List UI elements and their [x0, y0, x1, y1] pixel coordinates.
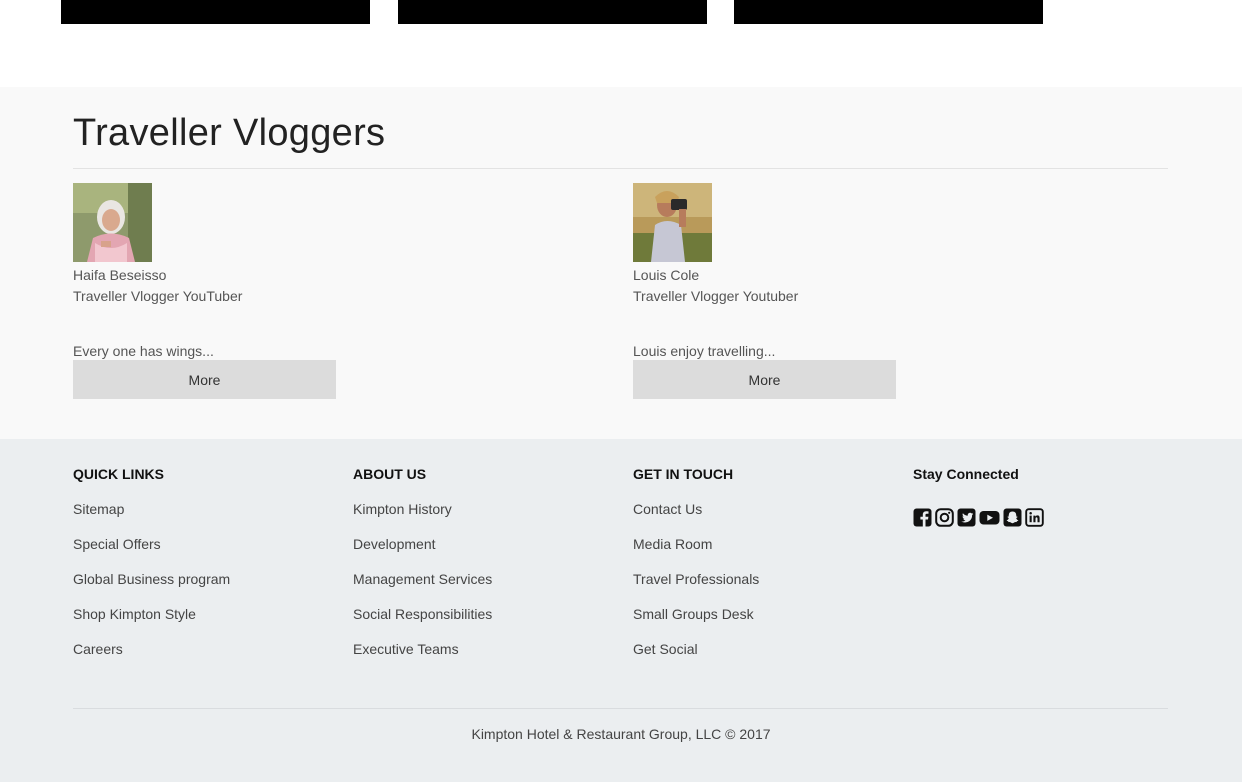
footer-link-global-business[interactable]: Global Business program [73, 571, 230, 587]
footer-link-contact[interactable]: Contact Us [633, 501, 702, 517]
youtube-icon[interactable] [979, 508, 1000, 527]
footer-link-management[interactable]: Management Services [353, 571, 492, 587]
footer-divider [73, 708, 1168, 709]
vlogger-card: Haifa Beseisso Traveller Vlogger YouTube… [73, 183, 336, 399]
about-us-column: ABOUT US Kimpton History Development Man… [353, 467, 613, 677]
vlogger-avatar[interactable] [633, 183, 712, 262]
vlogger-more-button[interactable]: More [633, 360, 896, 399]
vlogger-name: Haifa Beseisso [73, 267, 167, 283]
section-divider [73, 168, 1168, 169]
stay-connected-heading: Stay Connected [913, 466, 1019, 482]
get-in-touch-list: Contact Us Media Room Travel Professiona… [633, 502, 893, 677]
footer-link-executive-teams[interactable]: Executive Teams [353, 641, 459, 657]
footer-link-shop-style[interactable]: Shop Kimpton Style [73, 606, 196, 622]
content-tile[interactable] [398, 0, 707, 24]
social-icons [913, 508, 1173, 527]
footer-link-media-room[interactable]: Media Room [633, 536, 712, 552]
instagram-icon[interactable] [935, 508, 954, 527]
quick-links-heading: QUICK LINKS [73, 466, 164, 482]
content-tile[interactable] [734, 0, 1043, 24]
vlogger-avatar[interactable] [73, 183, 152, 262]
vlogger-card: Louis Cole Traveller Vlogger Youtuber Lo… [633, 183, 896, 399]
linkedin-icon[interactable] [1025, 508, 1044, 527]
vlogger-description: Louis enjoy travelling... [633, 343, 776, 359]
get-in-touch-heading: GET IN TOUCH [633, 466, 734, 482]
vlogger-role: Traveller Vlogger Youtuber [633, 288, 799, 304]
about-us-list: Kimpton History Development Management S… [353, 502, 613, 677]
traveller-vloggers-section: Traveller Vloggers Haifa Beseisso Travel… [0, 87, 1242, 439]
content-tile[interactable] [61, 0, 370, 24]
section-title: Traveller Vloggers [73, 112, 386, 154]
quick-links-column: QUICK LINKS Sitemap Special Offers Globa… [73, 467, 333, 677]
footer-link-special-offers[interactable]: Special Offers [73, 536, 161, 552]
footer-link-development[interactable]: Development [353, 536, 436, 552]
copyright-text: Kimpton Hotel & Restaurant Group, LLC © … [471, 726, 771, 742]
vlogger-more-button[interactable]: More [73, 360, 336, 399]
previous-section-strip [0, 0, 1242, 87]
footer-link-sitemap[interactable]: Sitemap [73, 501, 124, 517]
about-us-heading: ABOUT US [353, 466, 427, 482]
vlogger-role: Traveller Vlogger YouTuber [73, 288, 243, 304]
get-in-touch-column: GET IN TOUCH Contact Us Media Room Trave… [633, 467, 893, 677]
site-footer: QUICK LINKS Sitemap Special Offers Globa… [0, 439, 1242, 782]
quick-links-list: Sitemap Special Offers Global Business p… [73, 502, 333, 677]
footer-link-get-social[interactable]: Get Social [633, 641, 698, 657]
twitter-icon[interactable] [957, 508, 976, 527]
snapchat-icon[interactable] [1003, 508, 1022, 527]
footer-link-careers[interactable]: Careers [73, 641, 123, 657]
footer-link-history[interactable]: Kimpton History [353, 501, 452, 517]
footer-link-travel-professionals[interactable]: Travel Professionals [633, 571, 759, 587]
vlogger-name: Louis Cole [633, 267, 700, 283]
vlogger-description: Every one has wings... [73, 343, 214, 359]
facebook-icon[interactable] [913, 508, 932, 527]
stay-connected-column: Stay Connected [913, 467, 1173, 527]
footer-link-social-responsibilities[interactable]: Social Responsibilities [353, 606, 492, 622]
footer-link-small-groups[interactable]: Small Groups Desk [633, 606, 754, 622]
